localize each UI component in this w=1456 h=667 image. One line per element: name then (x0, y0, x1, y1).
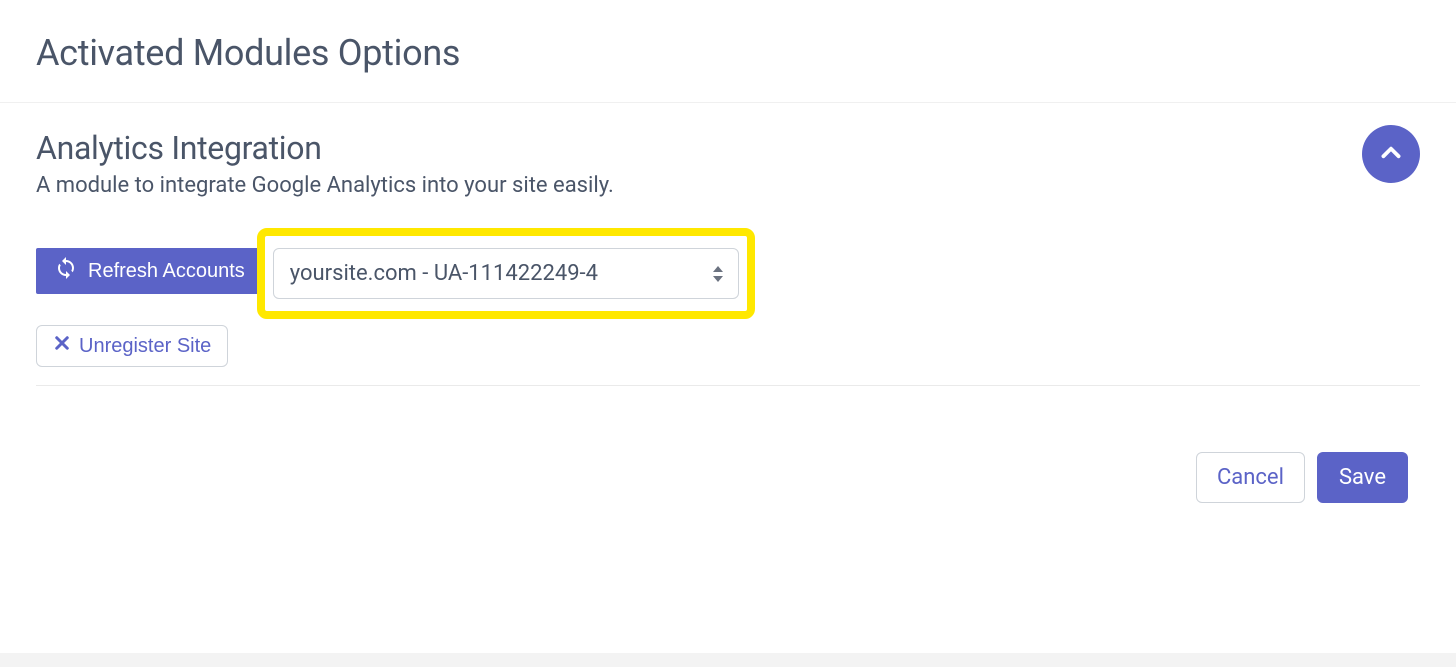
module-header-text: Analytics Integration A module to integr… (36, 129, 1362, 198)
chevron-up-icon (1378, 140, 1404, 169)
module-header: Analytics Integration A module to integr… (36, 129, 1420, 198)
unregister-site-button[interactable]: Unregister Site (36, 325, 228, 367)
page-title: Activated Modules Options (36, 32, 1420, 74)
account-select-highlight: yoursite.com - UA-111422249-4 (257, 228, 755, 319)
module-title: Analytics Integration (36, 129, 1362, 167)
save-button[interactable]: Save (1317, 452, 1408, 503)
refresh-accounts-button[interactable]: Refresh Accounts (36, 248, 263, 294)
refresh-icon (54, 256, 78, 286)
module-controls: Refresh Accounts yoursite.com - UA-11142… (36, 224, 1420, 386)
analytics-module-section: Analytics Integration A module to integr… (0, 103, 1456, 406)
page-container: Activated Modules Options Analytics Inte… (0, 0, 1456, 523)
account-select[interactable]: yoursite.com - UA-111422249-4 (273, 248, 739, 299)
account-select-wrap: yoursite.com - UA-111422249-4 (273, 248, 739, 299)
footer-actions: Cancel Save (0, 406, 1456, 523)
bottom-strip (0, 653, 1456, 667)
unregister-button-label: Unregister Site (79, 335, 211, 358)
module-description: A module to integrate Google Analytics i… (36, 173, 1362, 198)
refresh-button-label: Refresh Accounts (88, 260, 245, 283)
section-divider (36, 385, 1420, 386)
header-section: Activated Modules Options (0, 0, 1456, 103)
close-icon (53, 334, 71, 358)
collapse-button[interactable] (1362, 125, 1420, 183)
cancel-button[interactable]: Cancel (1196, 452, 1305, 503)
